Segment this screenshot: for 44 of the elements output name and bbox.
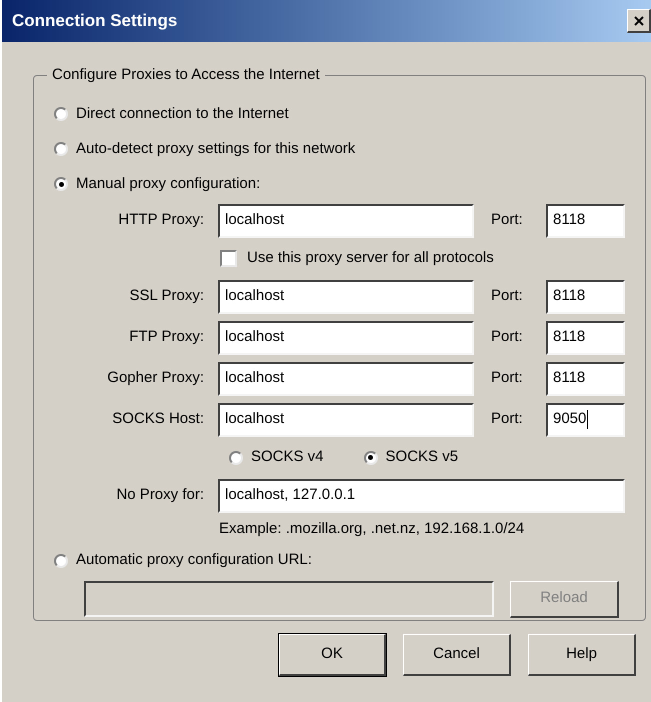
- radio-label: Auto-detect proxy settings for this network: [76, 138, 356, 159]
- input-field[interactable]: 8118: [546, 320, 625, 354]
- text-cursor: [587, 410, 588, 429]
- input-field[interactable]: localhost: [218, 280, 474, 314]
- radio-label: Manual proxy configuration:: [76, 174, 260, 194]
- input-field[interactable]: localhost: [218, 362, 474, 396]
- dialog-button[interactable]: Help: [528, 634, 636, 676]
- input-field[interactable]: localhost: [218, 204, 474, 238]
- radio-button[interactable]: [54, 107, 68, 121]
- field-label: Gopher Proxy:: [106, 368, 204, 388]
- field-label: Port:: [491, 327, 524, 348]
- input-field[interactable]: 8118: [546, 362, 625, 396]
- field-label: No Proxy for:: [115, 485, 204, 506]
- checkbox[interactable]: [220, 250, 237, 267]
- radio-button[interactable]: [364, 450, 378, 464]
- input-field[interactable]: 8118: [546, 204, 625, 238]
- radio-label: SOCKS v5: [386, 447, 458, 468]
- group-title: Configure Proxies to Access the Internet: [51, 65, 321, 85]
- radio-button[interactable]: [229, 450, 243, 464]
- input-field[interactable]: localhost, 127.0.0.1: [218, 478, 625, 512]
- input-field[interactable]: localhost: [218, 402, 474, 436]
- radio-label: Automatic proxy configuration URL:: [76, 550, 312, 570]
- field-label: Port:: [491, 210, 524, 230]
- field-label: Port:: [491, 368, 524, 388]
- radio-button[interactable]: [54, 142, 68, 156]
- field-label: SOCKS Host:: [111, 409, 204, 430]
- hint-text: Example: .mozilla.org, .net.nz, 192.168.1.0/24: [219, 519, 524, 540]
- close-icon: [632, 14, 644, 26]
- close-button[interactable]: [627, 9, 651, 33]
- field-label: Port:: [491, 409, 524, 430]
- field-label: HTTP Proxy:: [117, 210, 204, 230]
- radio-button[interactable]: [54, 177, 68, 191]
- field-label: SSL Proxy:: [128, 286, 204, 306]
- input-field[interactable]: 9050: [546, 402, 625, 436]
- dialog-button[interactable]: Cancel: [403, 634, 511, 676]
- radio-label: SOCKS v4: [251, 447, 324, 468]
- input-field[interactable]: localhost: [218, 320, 474, 354]
- radio-label: Direct connection to the Internet: [76, 104, 289, 124]
- field-label: Port:: [491, 286, 524, 306]
- window-title: Connection Settings: [12, 10, 178, 32]
- dialog-button[interactable]: OK: [279, 634, 386, 676]
- checkbox-label: Use this proxy server for all protocols: [247, 248, 494, 268]
- field-label: FTP Proxy:: [128, 327, 204, 348]
- input-field[interactable]: 8118: [546, 280, 625, 314]
